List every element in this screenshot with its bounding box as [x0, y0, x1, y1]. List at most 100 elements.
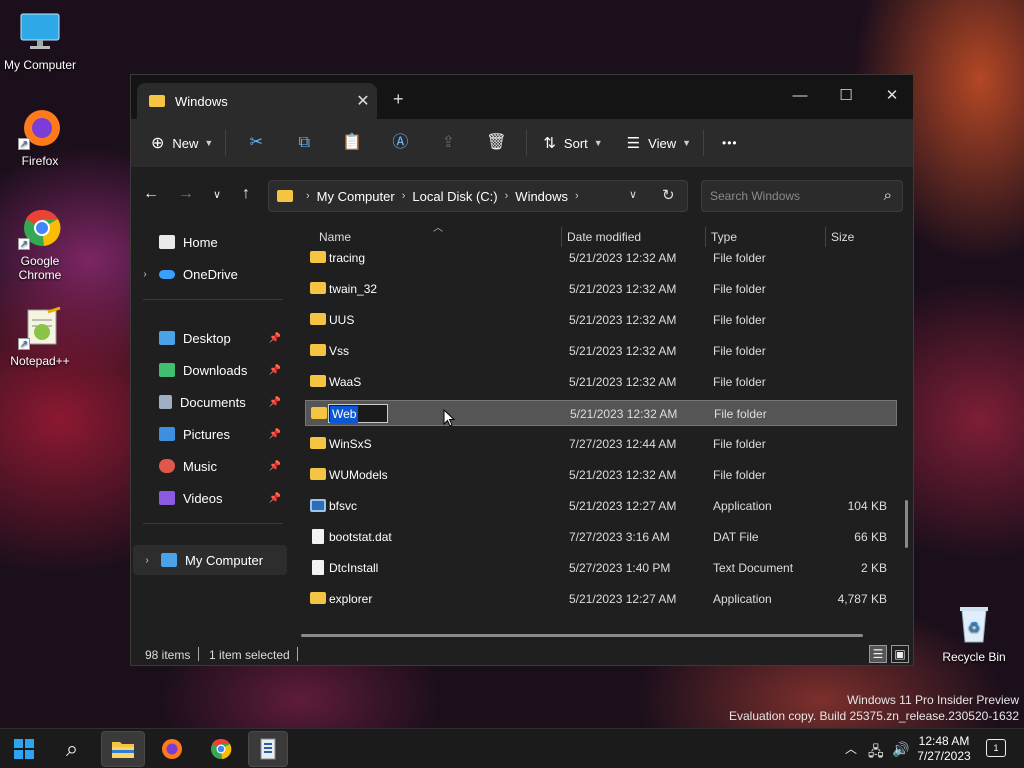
taskbar-chrome[interactable]: [201, 731, 241, 767]
monitor-icon: [18, 10, 62, 54]
breadcrumb-separator-icon[interactable]: ›: [575, 190, 579, 202]
table-row[interactable]: UUS 5/21/2023 12:32 AM File folder: [305, 307, 897, 333]
search-input[interactable]: [710, 189, 870, 203]
new-tab-button[interactable]: +: [393, 89, 404, 110]
sidebar-item-home[interactable]: Home: [131, 227, 291, 257]
sidebar-item-my-computer[interactable]: › My Computer: [133, 545, 287, 575]
view-button[interactable]: ☰ View ▼: [621, 127, 697, 159]
paste-icon[interactable]: 📋: [328, 127, 376, 159]
taskbar-file-explorer[interactable]: [101, 731, 145, 767]
taskbar-search-button[interactable]: ⌕: [52, 731, 92, 767]
table-row[interactable]: Vss 5/21/2023 12:32 AM File folder: [305, 338, 897, 364]
desktop-icon-firefox[interactable]: ↗ Firefox: [2, 106, 78, 168]
recent-locations-chevron-icon[interactable]: ∨: [205, 188, 229, 201]
folder-icon: [277, 190, 293, 202]
rename-field[interactable]: Web: [328, 404, 388, 423]
breadcrumb-my-computer[interactable]: My Computer: [317, 189, 395, 204]
sidebar-item-videos[interactable]: Videos 📌: [131, 483, 291, 513]
pin-icon[interactable]: 📌: [269, 333, 281, 344]
more-options-button[interactable]: •••: [716, 127, 744, 159]
taskbar-firefox[interactable]: [152, 731, 192, 767]
address-history-chevron-icon[interactable]: ∨: [629, 188, 637, 201]
chevron-right-icon[interactable]: ›: [131, 269, 159, 280]
sidebar-item-pictures[interactable]: Pictures 📌: [131, 419, 291, 449]
copy-icon[interactable]: ⧉: [280, 127, 328, 159]
table-row[interactable]: DtcInstall 5/27/2023 1:40 PM Text Docume…: [305, 555, 897, 581]
new-button[interactable]: ⊕ New ▼: [145, 127, 219, 159]
rename-icon[interactable]: Ⓐ: [376, 127, 424, 159]
desktop-icon-chrome[interactable]: ↗ Google Chrome: [2, 206, 78, 282]
close-button[interactable]: ✕: [869, 81, 915, 111]
back-arrow-icon[interactable]: ←: [139, 185, 163, 203]
show-hidden-icons-chevron-icon[interactable]: ︿: [845, 740, 857, 757]
table-row-selected[interactable]: Web 5/21/2023 12:32 AM File folder: [305, 400, 897, 427]
file-name: twain_32: [329, 282, 378, 296]
address-bar[interactable]: › My Computer › Local Disk (C:) › Window…: [268, 180, 688, 212]
table-row[interactable]: bfsvc 5/21/2023 12:27 AM Application 104…: [305, 493, 897, 519]
taskbar-notepadpp[interactable]: [248, 731, 288, 767]
column-divider[interactable]: [561, 227, 562, 247]
clock[interactable]: 12:48 AM 7/27/2023: [912, 734, 976, 764]
file-date: 5/21/2023 12:27 AM: [569, 499, 677, 513]
computer-icon: [161, 553, 177, 567]
column-divider[interactable]: [705, 227, 706, 247]
pin-icon[interactable]: 📌: [269, 365, 281, 376]
breadcrumb-separator-icon[interactable]: ›: [505, 190, 509, 202]
forward-arrow-icon[interactable]: →: [174, 185, 198, 203]
table-row[interactable]: WaaS 5/21/2023 12:32 AM File folder: [305, 369, 897, 395]
desktop-icon-my-computer[interactable]: My Computer: [2, 10, 78, 72]
tab-close-icon[interactable]: ✕: [349, 91, 377, 111]
file-date: 5/21/2023 12:32 AM: [569, 468, 677, 482]
network-icon[interactable]: 🖧: [868, 741, 884, 765]
sidebar-item-documents[interactable]: Documents 📌: [131, 387, 291, 417]
file-type: Text Document: [713, 561, 794, 575]
pin-icon[interactable]: 📌: [269, 429, 281, 440]
breadcrumb-local-disk[interactable]: Local Disk (C:): [412, 189, 497, 204]
table-row[interactable]: WinSxS 7/27/2023 12:44 AM File folder: [305, 431, 897, 457]
chevron-right-icon[interactable]: ›: [133, 555, 161, 566]
sidebar-item-onedrive[interactable]: › OneDrive: [131, 259, 291, 289]
sidebar-divider: [143, 523, 283, 524]
table-row[interactable]: tracing 5/21/2023 12:32 AM File folder: [305, 245, 897, 271]
breadcrumb-windows[interactable]: Windows: [515, 189, 568, 204]
file-size: 104 KB: [847, 499, 887, 513]
search-box[interactable]: ⌕: [701, 180, 903, 212]
search-icon[interactable]: ⌕: [884, 187, 892, 204]
table-row[interactable]: WUModels 5/21/2023 12:32 AM File folder: [305, 462, 897, 488]
volume-icon[interactable]: 🔊: [892, 741, 909, 758]
up-arrow-icon[interactable]: ↑: [234, 185, 258, 203]
sort-button[interactable]: ⇅ Sort ▼: [537, 127, 608, 159]
tiles-view-icon[interactable]: ▣: [891, 645, 909, 663]
maximize-button[interactable]: ☐: [823, 81, 869, 111]
toolbar-divider: [225, 130, 227, 156]
sidebar-item-label: Home: [183, 234, 218, 250]
share-icon[interactable]: ⇪: [424, 127, 472, 159]
delete-icon[interactable]: 🗑: [472, 127, 520, 159]
sidebar-item-music[interactable]: Music 📌: [131, 451, 291, 481]
start-button[interactable]: [4, 731, 44, 767]
pin-icon[interactable]: 📌: [269, 397, 281, 408]
sidebar-item-downloads[interactable]: Downloads 📌: [131, 355, 291, 385]
table-row[interactable]: twain_32 5/21/2023 12:32 AM File folder: [305, 276, 897, 302]
cut-icon[interactable]: ✂: [232, 127, 280, 159]
refresh-icon[interactable]: ↻: [662, 186, 675, 204]
desktop-icon-notepadpp[interactable]: ↗ Notepad++: [2, 306, 78, 368]
breadcrumb-separator-icon[interactable]: ›: [402, 190, 406, 202]
pin-icon[interactable]: 📌: [269, 493, 281, 504]
pin-icon[interactable]: 📌: [269, 461, 281, 472]
rename-text[interactable]: Web: [330, 406, 359, 423]
table-row[interactable]: bootstat.dat 7/27/2023 3:16 AM DAT File …: [305, 524, 897, 550]
sidebar-item-desktop[interactable]: Desktop 📌: [131, 323, 291, 353]
tab-windows[interactable]: Windows ✕: [137, 83, 377, 119]
notification-center-icon[interactable]: 1: [986, 739, 1006, 757]
desktop-icon-recycle-bin[interactable]: ♻ Recycle Bin: [936, 602, 1012, 664]
horizontal-scrollbar[interactable]: [301, 634, 863, 637]
folder-icon: [311, 407, 327, 419]
details-view-icon[interactable]: ☰: [869, 645, 887, 663]
vertical-scrollbar[interactable]: [905, 500, 908, 548]
table-row[interactable]: explorer 5/21/2023 12:27 AM Application …: [305, 586, 897, 612]
breadcrumb-separator-icon[interactable]: ›: [306, 190, 310, 202]
folder-icon: [310, 375, 326, 387]
column-divider[interactable]: [825, 227, 826, 247]
minimize-button[interactable]: —: [777, 81, 823, 111]
